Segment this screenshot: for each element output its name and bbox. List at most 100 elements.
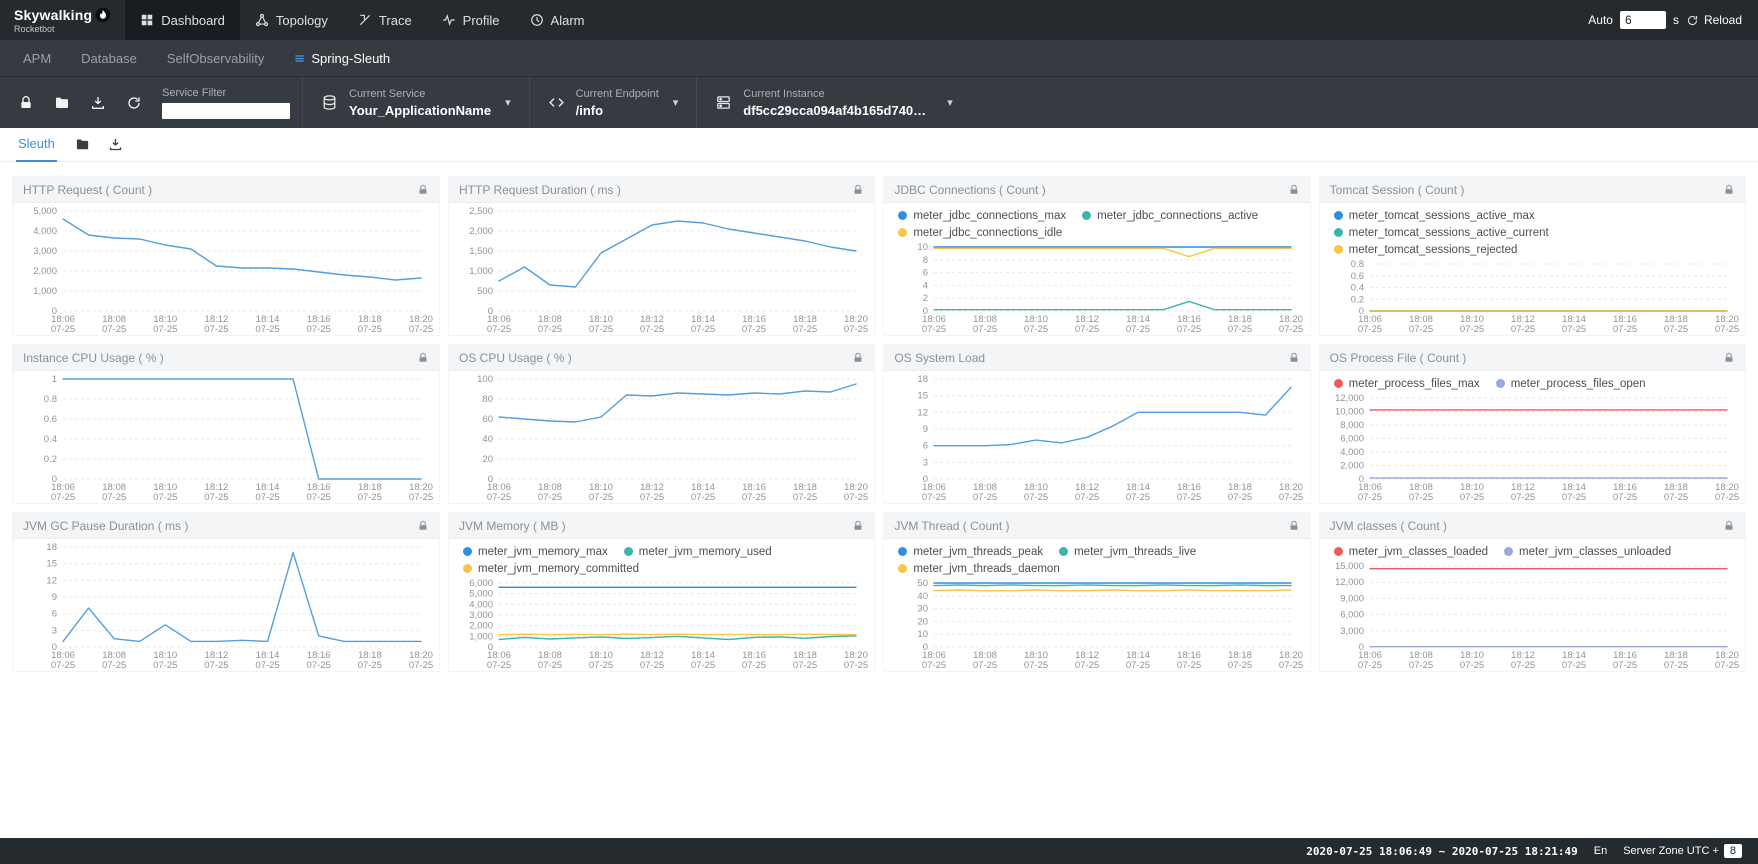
panel-title: OS CPU Usage ( % ) bbox=[459, 351, 572, 365]
svg-text:07-25: 07-25 bbox=[1024, 492, 1048, 503]
svg-text:20: 20 bbox=[482, 454, 493, 465]
lock-icon[interactable] bbox=[417, 184, 429, 196]
download-icon[interactable] bbox=[90, 95, 106, 111]
legend-item[interactable]: meter_jdbc_connections_active bbox=[1082, 207, 1258, 224]
selector-value: Your_ApplicationName bbox=[349, 103, 491, 118]
nav-item-dashboard[interactable]: Dashboard bbox=[125, 0, 240, 40]
language-selector[interactable]: En bbox=[1594, 845, 1607, 857]
selector-current-instance[interactable]: Current Instancedf5cc29cca094af4b165d740… bbox=[696, 77, 971, 128]
svg-text:07-25: 07-25 bbox=[1511, 492, 1535, 503]
trace-icon bbox=[358, 13, 372, 27]
legend-item[interactable]: meter_process_files_max bbox=[1334, 375, 1480, 392]
legend-dot-icon bbox=[1082, 211, 1091, 220]
legend-item[interactable]: meter_tomcat_sessions_rejected bbox=[1334, 241, 1518, 258]
lock-icon[interactable] bbox=[1288, 184, 1300, 196]
nav-item-trace[interactable]: Trace bbox=[343, 0, 427, 40]
selector-current-service[interactable]: Current ServiceYour_ApplicationName▾ bbox=[302, 77, 529, 128]
lock-icon[interactable] bbox=[1723, 184, 1735, 196]
legend-item[interactable]: meter_tomcat_sessions_active_max bbox=[1334, 207, 1535, 224]
chart-panel-jvm-classes-count: JVM classes ( Count )meter_jvm_classes_l… bbox=[1319, 512, 1746, 672]
svg-text:12,000: 12,000 bbox=[1335, 393, 1364, 404]
lock-icon[interactable] bbox=[1288, 520, 1300, 532]
panel-header: Instance CPU Usage ( % ) bbox=[13, 345, 439, 371]
group-tab-selfobservability[interactable]: SelfObservability bbox=[152, 40, 280, 76]
group-tab-spring-sleuth[interactable]: Spring-Sleuth bbox=[279, 40, 405, 76]
svg-text:07-25: 07-25 bbox=[102, 324, 126, 335]
svg-text:07-25: 07-25 bbox=[742, 324, 766, 335]
selector-current-endpoint[interactable]: Current Endpoint/info▾ bbox=[529, 77, 697, 128]
tab-sleuth[interactable]: Sleuth bbox=[16, 128, 57, 162]
legend-item[interactable]: meter_jvm_memory_used bbox=[624, 543, 772, 560]
legend-item[interactable]: meter_jvm_threads_peak bbox=[898, 543, 1043, 560]
nav-item-profile[interactable]: Profile bbox=[427, 0, 515, 40]
legend-label: meter_jvm_classes_loaded bbox=[1349, 546, 1488, 558]
legend-item[interactable]: meter_jvm_memory_max bbox=[463, 543, 608, 560]
lock-icon[interactable] bbox=[1723, 352, 1735, 364]
svg-text:07-25: 07-25 bbox=[307, 660, 331, 671]
svg-text:07-25: 07-25 bbox=[691, 660, 715, 671]
legend-item[interactable]: meter_jdbc_connections_idle bbox=[898, 224, 1062, 241]
svg-text:07-25: 07-25 bbox=[1664, 324, 1688, 335]
svg-text:07-25: 07-25 bbox=[1126, 492, 1150, 503]
legend-item[interactable]: meter_tomcat_sessions_active_current bbox=[1334, 224, 1549, 241]
lock-icon[interactable] bbox=[417, 352, 429, 364]
svg-text:07-25: 07-25 bbox=[255, 660, 279, 671]
svg-text:07-25: 07-25 bbox=[487, 492, 511, 503]
group-tab-apm[interactable]: APM bbox=[8, 40, 66, 76]
legend-dot-icon bbox=[1496, 379, 1505, 388]
line-chart: 02040608010018:0607-2518:0807-2518:1007-… bbox=[453, 373, 870, 503]
legend-label: meter_tomcat_sessions_active_current bbox=[1349, 227, 1549, 239]
service-filter-input[interactable] bbox=[162, 103, 290, 119]
svg-text:07-25: 07-25 bbox=[307, 492, 331, 503]
server-zone-value[interactable]: 8 bbox=[1724, 844, 1742, 858]
legend-item[interactable]: meter_jvm_threads_daemon bbox=[898, 560, 1059, 577]
chart-panel-jvm-memory-mb: JVM Memory ( MB )meter_jvm_memory_maxmet… bbox=[448, 512, 875, 672]
lock-icon[interactable] bbox=[852, 184, 864, 196]
nav-item-alarm[interactable]: Alarm bbox=[515, 0, 600, 40]
folder-icon[interactable] bbox=[75, 137, 90, 152]
svg-text:07-25: 07-25 bbox=[153, 492, 177, 503]
lock-icon[interactable] bbox=[852, 520, 864, 532]
group-tab-database[interactable]: Database bbox=[66, 40, 152, 76]
selector-label: Current Endpoint bbox=[576, 88, 659, 100]
panel-header: JVM GC Pause Duration ( ms ) bbox=[13, 513, 439, 539]
legend-item[interactable]: meter_process_files_open bbox=[1496, 375, 1646, 392]
refresh-icon[interactable] bbox=[126, 95, 142, 111]
svg-text:07-25: 07-25 bbox=[1358, 324, 1382, 335]
lock-icon[interactable] bbox=[1288, 352, 1300, 364]
svg-text:07-25: 07-25 bbox=[1715, 660, 1739, 671]
database-icon bbox=[321, 94, 338, 111]
svg-text:9: 9 bbox=[52, 592, 57, 603]
legend-item[interactable]: meter_jvm_threads_live bbox=[1059, 543, 1196, 560]
svg-text:07-25: 07-25 bbox=[255, 324, 279, 335]
lock-icon[interactable] bbox=[1723, 520, 1735, 532]
svg-text:07-25: 07-25 bbox=[1177, 492, 1201, 503]
nav-item-label: Trace bbox=[379, 13, 412, 28]
svg-text:6,000: 6,000 bbox=[1340, 434, 1364, 445]
folder-icon[interactable] bbox=[54, 95, 70, 111]
legend-item[interactable]: meter_jvm_memory_committed bbox=[463, 560, 639, 577]
svg-text:07-25: 07-25 bbox=[1460, 492, 1484, 503]
lock-icon[interactable] bbox=[417, 520, 429, 532]
lock-icon[interactable] bbox=[852, 352, 864, 364]
legend-item[interactable]: meter_jvm_classes_loaded bbox=[1334, 543, 1488, 560]
legend-item[interactable]: meter_jvm_classes_unloaded bbox=[1504, 543, 1671, 560]
dashboard-icon bbox=[140, 13, 154, 27]
download-icon[interactable] bbox=[108, 137, 123, 152]
legend-dot-icon bbox=[898, 211, 907, 220]
legend-item[interactable]: meter_jdbc_connections_max bbox=[898, 207, 1066, 224]
auto-interval-input[interactable] bbox=[1620, 11, 1666, 29]
dashboard-content: HTTP Request ( Count )01,0002,0003,0004,… bbox=[0, 162, 1758, 838]
svg-text:0.4: 0.4 bbox=[44, 434, 57, 445]
lock-icon[interactable] bbox=[18, 95, 34, 111]
chart-panel-jvm-gc-pause-duration-ms: JVM GC Pause Duration ( ms )036912151818… bbox=[12, 512, 440, 672]
reload-button[interactable]: Reload bbox=[1686, 13, 1742, 27]
legend-label: meter_jvm_threads_daemon bbox=[913, 563, 1059, 575]
nav-item-topology[interactable]: Topology bbox=[240, 0, 343, 40]
charts-grid: HTTP Request ( Count )01,0002,0003,0004,… bbox=[12, 176, 1746, 672]
svg-text:18: 18 bbox=[46, 542, 57, 553]
service-filter-label: Service Filter bbox=[162, 87, 290, 99]
legend-label: meter_jdbc_connections_max bbox=[913, 210, 1066, 222]
svg-text:0.8: 0.8 bbox=[1350, 259, 1363, 270]
list-icon bbox=[294, 53, 305, 64]
